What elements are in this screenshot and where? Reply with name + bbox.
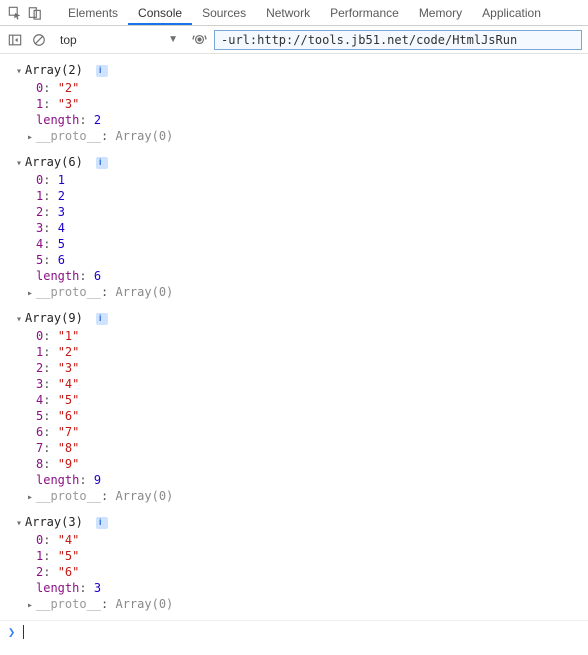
- array-entry: 8: "9": [36, 456, 588, 472]
- live-expression-icon[interactable]: [190, 31, 208, 49]
- array-header[interactable]: Array(6): [16, 154, 588, 172]
- array-entry: 5: 6: [36, 252, 588, 268]
- inspect-icon[interactable]: [6, 4, 24, 22]
- tab-elements[interactable]: Elements: [58, 1, 128, 25]
- array-length: length: 2: [36, 112, 588, 128]
- array-entry: 1: "3": [36, 96, 588, 112]
- array-entry: 2: 3: [36, 204, 588, 220]
- array-length: length: 9: [36, 472, 588, 488]
- array-entry: 4: "5": [36, 392, 588, 408]
- array-entry: 7: "8": [36, 440, 588, 456]
- console-output: Array(2) 0: "2"1: "3"length: 2__proto__:…: [0, 54, 588, 620]
- array-proto[interactable]: __proto__: Array(0): [27, 284, 588, 302]
- array-entry: 2: "3": [36, 360, 588, 376]
- array-entry: 1: 2: [36, 188, 588, 204]
- tab-performance[interactable]: Performance: [320, 1, 409, 25]
- array-entry: 1: "2": [36, 344, 588, 360]
- text-cursor: [23, 625, 24, 639]
- device-toggle-icon[interactable]: [26, 4, 44, 22]
- expand-caret-icon[interactable]: [27, 596, 36, 614]
- expand-caret-icon[interactable]: [16, 62, 25, 80]
- array-length: length: 3: [36, 580, 588, 596]
- expand-caret-icon[interactable]: [16, 310, 25, 328]
- filter-input[interactable]: [214, 30, 582, 50]
- context-value: top: [60, 33, 77, 47]
- log-entry: Array(2) 0: "2"1: "3"length: 2__proto__:…: [0, 58, 588, 150]
- clear-console-icon[interactable]: [30, 31, 48, 49]
- expand-caret-icon[interactable]: [16, 514, 25, 532]
- array-entry: 1: "5": [36, 548, 588, 564]
- array-entry: 2: "6": [36, 564, 588, 580]
- expand-caret-icon[interactable]: [27, 128, 36, 146]
- array-header[interactable]: Array(2): [16, 62, 588, 80]
- array-entry: 5: "6": [36, 408, 588, 424]
- sidebar-toggle-icon[interactable]: [6, 31, 24, 49]
- info-icon[interactable]: [96, 313, 108, 325]
- devtools-tabs: ElementsConsoleSourcesNetworkPerformance…: [0, 0, 588, 26]
- prompt-chevron-icon: ❯: [8, 625, 15, 639]
- context-selector[interactable]: top ▼: [54, 30, 184, 50]
- log-entry: Array(6) 0: 11: 22: 33: 44: 55: 6length:…: [0, 150, 588, 306]
- array-entry: 3: 4: [36, 220, 588, 236]
- array-entry: 0: 1: [36, 172, 588, 188]
- log-entry: Array(3) 0: "4"1: "5"2: "6"length: 3__pr…: [0, 510, 588, 618]
- tab-network[interactable]: Network: [256, 1, 320, 25]
- array-entry: 4: 5: [36, 236, 588, 252]
- log-entry: Array(9) 0: "1"1: "2"2: "3"3: "4"4: "5"5…: [0, 306, 588, 510]
- console-prompt[interactable]: ❯: [0, 620, 588, 643]
- chevron-down-icon: ▼: [168, 34, 178, 45]
- info-icon[interactable]: [96, 517, 108, 529]
- info-icon[interactable]: [96, 157, 108, 169]
- console-toolbar: top ▼: [0, 26, 588, 54]
- array-header[interactable]: Array(3): [16, 514, 588, 532]
- array-proto[interactable]: __proto__: Array(0): [27, 596, 588, 614]
- array-length: length: 6: [36, 268, 588, 284]
- expand-caret-icon[interactable]: [16, 154, 25, 172]
- expand-caret-icon[interactable]: [27, 488, 36, 506]
- tab-application[interactable]: Application: [472, 1, 551, 25]
- array-entry: 0: "2": [36, 80, 588, 96]
- array-entry: 3: "4": [36, 376, 588, 392]
- tab-sources[interactable]: Sources: [192, 1, 256, 25]
- expand-caret-icon[interactable]: [27, 284, 36, 302]
- tab-console[interactable]: Console: [128, 1, 192, 25]
- info-icon[interactable]: [96, 65, 108, 77]
- array-header[interactable]: Array(9): [16, 310, 588, 328]
- array-entry: 0: "1": [36, 328, 588, 344]
- array-proto[interactable]: __proto__: Array(0): [27, 128, 588, 146]
- tab-memory[interactable]: Memory: [409, 1, 472, 25]
- array-proto[interactable]: __proto__: Array(0): [27, 488, 588, 506]
- array-entry: 6: "7": [36, 424, 588, 440]
- array-entry: 0: "4": [36, 532, 588, 548]
